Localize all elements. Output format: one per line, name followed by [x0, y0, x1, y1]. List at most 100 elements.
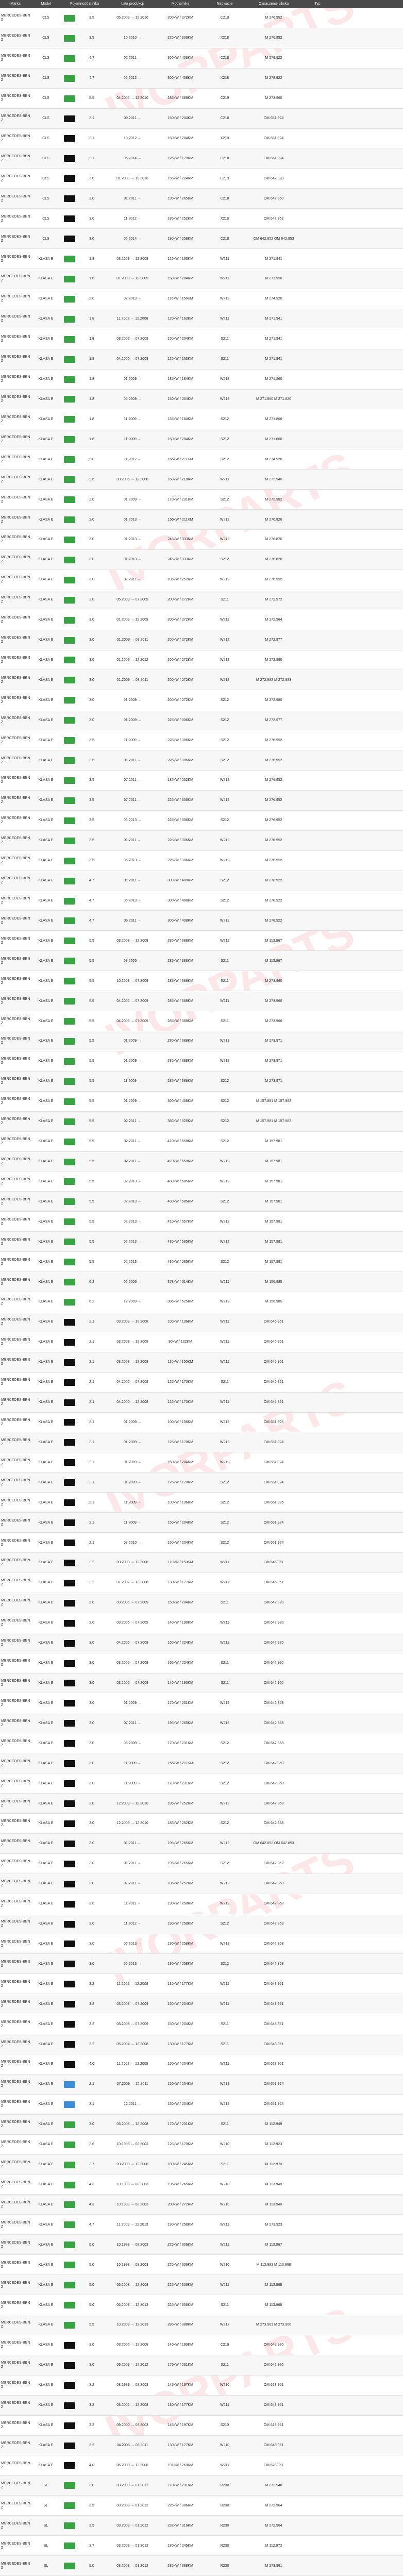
cell-oznaczenie: OM 642.858 — [263, 1821, 284, 1826]
table-row: MERCEDES-BEN Z KLASA E 3.2 05.2004 → 12.200… — [0, 2034, 403, 2055]
cell-nadwozie: S212 — [220, 1761, 229, 1765]
cell-nadwozie: W210 — [220, 2444, 230, 2447]
cell-nadwozie: R230 — [220, 2523, 229, 2528]
table-row: MERCEDES-BEN Z KLASA E 4.0 06.2003 → 12.200… — [0, 2455, 403, 2476]
cell-moc: 185kW / 252KM — [167, 216, 193, 221]
cell-pojemnosc: 1.8 — [89, 257, 94, 261]
cell-model: CLS — [42, 176, 49, 180]
table-row: MERCEDES-BEN Z KLASA E 3.0 01.2009 → 12.200… — [0, 610, 403, 630]
cell-marka: MERCEDES-BEN Z — [1, 1077, 30, 1085]
diesel-fuel-badge — [64, 115, 75, 122]
cell-oznaczenie: M 273.961 M 273.966 — [256, 2323, 292, 2327]
cell-moc: 410kW / 558KM — [167, 1140, 193, 1144]
cell-lata: 04.2006 → 08.2011 — [116, 2444, 148, 2447]
cell-moc: 225kW / 306KM — [167, 2243, 193, 2247]
cell-lata: 01.2009 → — [123, 1059, 142, 1063]
cell-oznaczenie: M 278.922 — [265, 899, 282, 903]
cell-marka: MERCEDES-BEN Z — [1, 275, 30, 283]
cell-moc: 195kW / 265KM — [167, 1862, 193, 1866]
cell-marka: MERCEDES-BEN Z — [1, 1699, 30, 1707]
cell-oznaczenie: OM 651.924 — [263, 156, 284, 160]
cell-oznaczenie: OM 642.852 OM 642.853 — [253, 1842, 294, 1846]
cell-lata: 01.2009 → — [123, 698, 142, 702]
cell-lata: 06.2009 → 12.2012 — [116, 2363, 148, 2367]
table-row: MERCEDES-BEN Z KLASA E 2.6 03.2005 → 12.200… — [0, 470, 403, 490]
diesel-fuel-badge — [64, 2041, 75, 2048]
cell-model: KLASA E — [38, 598, 54, 602]
table-row: MERCEDES-BEN Z KLASA E 3.0 03.2003 → 12.200… — [0, 2114, 403, 2135]
cell-moc: 190kW / 258KM — [167, 1962, 193, 1966]
header-model[interactable]: Model — [31, 0, 61, 8]
cell-moc: 165kW / 224KM — [167, 1661, 193, 1665]
cell-pojemnosc: 3.5 — [89, 818, 94, 823]
petrol-fuel-badge — [64, 897, 75, 905]
cell-marka: MERCEDES-BEN Z — [1, 656, 30, 664]
cell-lata: 01.2009 → 12.2009 — [116, 618, 148, 622]
cell-nadwozie: S211 — [221, 2163, 229, 2167]
cell-nadwozie: S212 — [220, 417, 229, 421]
cell-lata: 03.2003 → 12.2008 — [116, 1320, 148, 1324]
table-row: MERCEDES-BEN Z CLS 5.5 04.2006 → 12.2010 285… — [0, 89, 403, 109]
cell-nadwozie: S211 — [221, 1380, 229, 1384]
cell-oznaczenie: M 273.961 — [265, 2564, 282, 2568]
cell-nadwozie: W211 — [220, 618, 229, 622]
table-row: MERCEDES-BEN Z KLASA E 5.0 06.2003 → 12.200… — [0, 2275, 403, 2296]
cell-lata: 06.2003 → 12.2008 — [116, 2283, 148, 2287]
cell-moc: 150kW / 204KM — [167, 1601, 193, 1605]
cell-lata: 11.2012 → — [124, 457, 141, 461]
cell-oznaczenie: M 271.860 — [265, 377, 282, 381]
cell-marka: MERCEDES-BEN Z — [1, 776, 30, 784]
cell-oznaczenie: OM 642.920 — [263, 2363, 284, 2367]
cell-marka: MERCEDES-BEN Z — [1, 235, 30, 243]
cell-marka: MERCEDES-BEN Z — [1, 495, 30, 504]
cell-lata: 06.2013 → — [123, 818, 142, 823]
cell-nadwozie: W212 — [220, 1460, 230, 1464]
cell-oznaczenie: M 113.967 — [265, 2243, 282, 2247]
cell-marka: MERCEDES-BEN Z — [1, 2501, 30, 2510]
cell-marka: MERCEDES-BEN Z — [1, 1819, 30, 1828]
header-nadwozie[interactable]: Nadwozie — [204, 0, 245, 8]
cell-moc: 140kW / 190KM — [167, 2343, 193, 2347]
table-row: MERCEDES-BEN Z SL 3.5 03.2008 → 01.2012 232k… — [0, 2516, 403, 2536]
cell-nadwozie: W211 — [220, 2283, 229, 2287]
cell-pojemnosc: 3.0 — [89, 698, 94, 702]
cell-model: KLASA E — [38, 1460, 54, 1464]
cell-pojemnosc: 3.5 — [89, 778, 94, 782]
diesel-fuel-badge — [64, 1439, 75, 1446]
header-moc[interactable]: Moc silnika — [157, 0, 204, 8]
cell-oznaczenie: M 272.982 M 272.983 — [256, 678, 292, 682]
cell-pojemnosc: 1.8 — [89, 417, 94, 421]
cell-nadwozie: W212 — [220, 297, 230, 301]
cell-lata: 01.2009 → — [123, 377, 142, 381]
cell-marka: MERCEDES-BEN Z — [1, 916, 30, 925]
table-row: MERCEDES-BEN Z KLASA E 3.5 06.2013 → 225kW /… — [0, 851, 403, 871]
cell-nadwozie: W212 — [220, 2323, 230, 2327]
cell-oznaczenie: M 272.980 — [265, 658, 282, 662]
cell-pojemnosc: 1.8 — [89, 437, 94, 441]
cell-moc: 135kW / 184KM — [167, 417, 193, 421]
cell-model: CLS — [42, 56, 49, 60]
cell-pojemnosc: 4.7 — [89, 56, 94, 60]
table-row: MERCEDES-BEN Z KLASA E 3.0 11.2012 → 190kW /… — [0, 1914, 403, 1934]
header-lata[interactable]: Lata produkcji — [108, 0, 157, 8]
cell-marka: MERCEDES-BEN Z — [1, 1839, 30, 1848]
diesel-fuel-badge — [64, 1820, 75, 1827]
header-pojemnosc[interactable]: Pojemność silnika — [61, 0, 108, 8]
table-row: MERCEDES-BEN Z KLASA E 1.8 03.2009 → 12.200… — [0, 249, 403, 269]
cell-model: KLASA E — [38, 337, 54, 341]
cell-pojemnosc: 5.5 — [89, 1199, 94, 1203]
header-typ[interactable]: Typ — [302, 0, 333, 8]
cell-moc: 90kW / 122KM — [169, 1340, 192, 1344]
header-oznaczenie[interactable]: Oznaczenie silnika — [245, 0, 302, 8]
cell-pojemnosc: 4.3 — [89, 2183, 94, 2187]
cell-lata: 05.2009 → 12.2010 — [116, 16, 148, 20]
header-marka[interactable]: Marka — [0, 0, 31, 8]
cell-pojemnosc: 3.0 — [89, 216, 94, 221]
cell-marka: MERCEDES-BEN Z — [1, 957, 30, 965]
cell-nadwozie: S212 — [220, 1520, 229, 1525]
cell-marka: MERCEDES-BEN Z — [1, 1880, 30, 1888]
cell-oznaczenie: OM 642.920 — [263, 1641, 284, 1645]
diesel-fuel-badge — [64, 2382, 75, 2389]
cell-model: KLASA E — [38, 1119, 54, 1124]
cell-model: CLS — [42, 36, 49, 40]
